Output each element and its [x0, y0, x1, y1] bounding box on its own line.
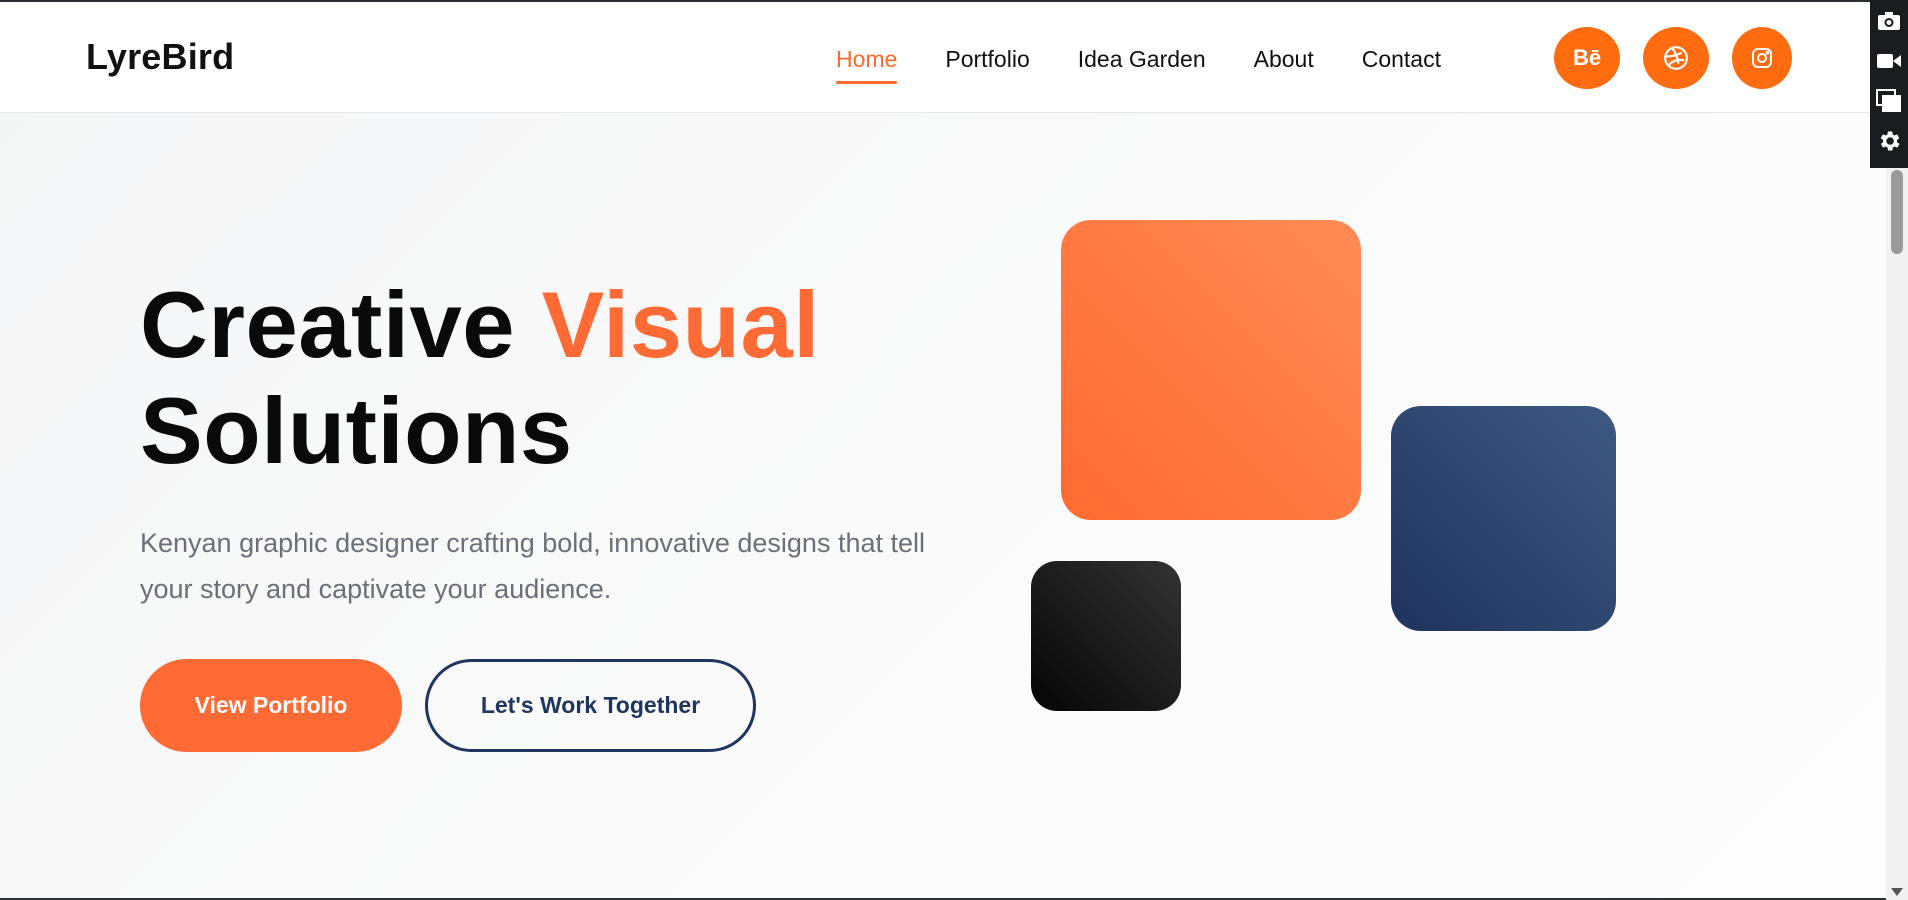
window-icon[interactable]: [1874, 86, 1904, 116]
social-links: Bē: [1554, 27, 1792, 89]
work-together-button[interactable]: Let's Work Together: [425, 659, 756, 752]
scroll-down-arrow-icon[interactable]: [1891, 888, 1903, 896]
behance-button[interactable]: Bē: [1554, 27, 1620, 89]
hero-subtitle: Kenyan graphic designer crafting bold, i…: [140, 528, 925, 604]
video-icon[interactable]: [1874, 46, 1904, 76]
nav-portfolio[interactable]: Portfolio: [945, 44, 1029, 74]
decorative-black-square: [1031, 561, 1181, 711]
nav-about[interactable]: About: [1254, 44, 1314, 74]
page-scrollbar[interactable]: [1886, 168, 1908, 900]
nav-contact[interactable]: Contact: [1362, 44, 1441, 74]
page: LyreBird Home Portfolio Idea Garden Abou…: [0, 2, 1886, 898]
instagram-icon: [1752, 48, 1772, 68]
decorative-orange-square: [1061, 220, 1361, 520]
decorative-blue-square: [1391, 406, 1616, 631]
scrollbar-thumb[interactable]: [1891, 170, 1903, 254]
hero-title-part1: Creative: [140, 272, 542, 377]
screen-toolbar: [1870, 0, 1908, 168]
camera-icon[interactable]: [1874, 6, 1904, 36]
main-nav: Home Portfolio Idea Garden About Contact: [836, 44, 1489, 84]
hero-title: Creative Visual Solutions: [140, 272, 820, 484]
nav-idea-garden[interactable]: Idea Garden: [1078, 44, 1206, 74]
dribbble-button[interactable]: [1643, 27, 1709, 89]
dribbble-icon: [1664, 46, 1688, 70]
site-header: LyreBird Home Portfolio Idea Garden Abou…: [0, 2, 1886, 113]
hero-title-accent: Visual: [541, 272, 820, 377]
nav-home[interactable]: Home: [836, 44, 898, 84]
behance-icon: Bē: [1572, 45, 1602, 70]
view-portfolio-button[interactable]: View Portfolio: [140, 659, 402, 752]
gear-icon[interactable]: [1874, 126, 1904, 156]
hero-title-part2: Solutions: [140, 378, 573, 483]
site-logo[interactable]: LyreBird: [86, 36, 234, 78]
instagram-button[interactable]: [1732, 27, 1792, 89]
